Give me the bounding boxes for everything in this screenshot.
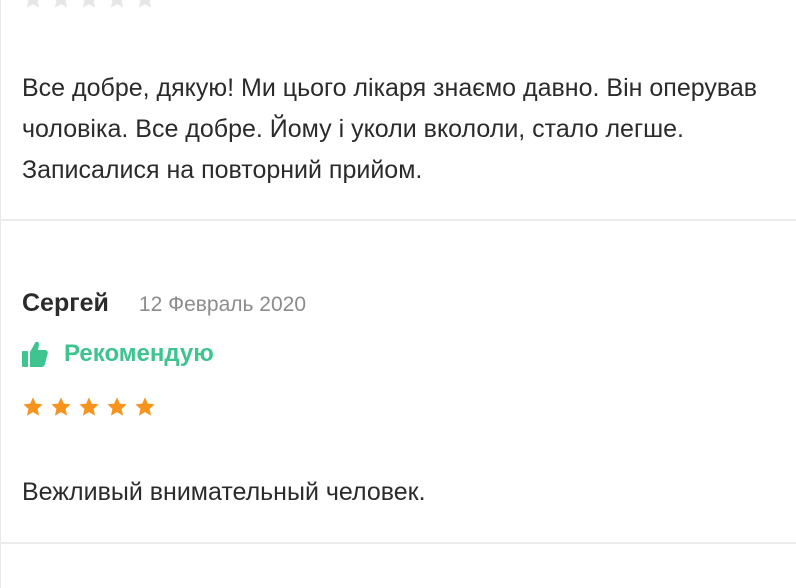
star-icon	[23, 397, 43, 416]
review-date: 12 Февраль 2020	[138, 293, 307, 316]
star-icon	[138, 0, 152, 8]
star-icon	[107, 397, 127, 416]
star-icon	[79, 397, 99, 416]
star-icon	[110, 0, 124, 8]
recommend-badge: Рекомендую	[22, 340, 214, 368]
star-icon	[82, 0, 96, 8]
star-icon	[54, 0, 68, 8]
review-2-header: Сергей 12 Февраль 2020	[22, 289, 306, 318]
review-2-stars	[22, 396, 156, 418]
left-edge-border	[0, 0, 1, 588]
star-icon	[135, 397, 155, 416]
review-divider	[0, 542, 796, 544]
star-icon	[51, 397, 71, 416]
recommend-label: Рекомендую	[64, 340, 214, 367]
review-1-stars	[22, 0, 156, 10]
review-2-text: Вежливый внимательный человек.	[22, 478, 426, 506]
thumbs-up-icon	[22, 341, 48, 367]
review-1-text: Все добре, дякую! Ми цього лікаря знаємо…	[22, 74, 758, 184]
review-divider	[0, 219, 796, 221]
reviews-page: Все добре, дякую! Ми цього лікаря знаємо…	[0, 0, 796, 588]
star-icon	[26, 0, 40, 8]
review-author-name: Сергей	[22, 289, 109, 317]
